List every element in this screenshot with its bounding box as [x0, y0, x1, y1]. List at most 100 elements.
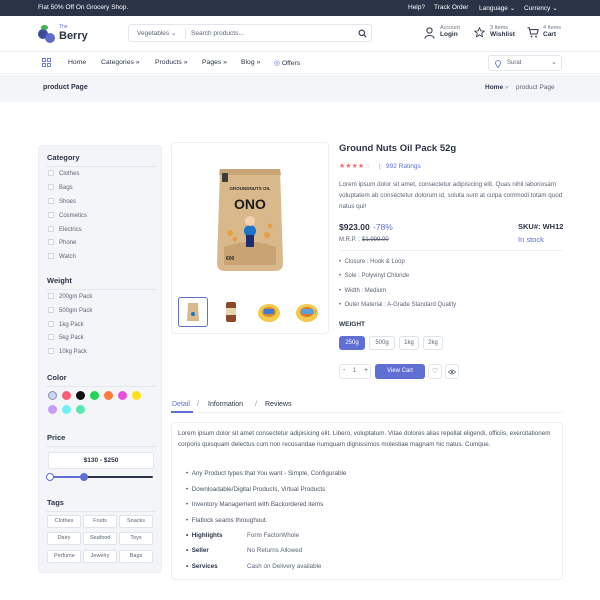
size-option[interactable]: 1kg — [399, 336, 419, 350]
breadcrumb-home[interactable]: Home — [485, 84, 503, 91]
color-swatch[interactable] — [118, 391, 127, 400]
nav-pages[interactable]: Pages » — [202, 59, 227, 66]
tag-chip[interactable]: Bags — [119, 550, 153, 563]
tag-chip[interactable]: Perfume — [47, 550, 81, 563]
user-icon — [424, 27, 435, 39]
category-checkbox[interactable]: Watch — [48, 253, 76, 260]
tag-chip[interactable]: Toys — [119, 532, 153, 545]
rating-separator: | — [379, 163, 381, 170]
view-cart-button[interactable]: View Cart — [375, 364, 425, 379]
main-nav: Home Categories » Products » Pages » Blo… — [0, 52, 600, 74]
color-swatch[interactable] — [62, 391, 71, 400]
tab-detail[interactable]: Detail — [172, 401, 190, 408]
spec-value: No Returns Allowed — [247, 547, 303, 554]
weight-checkbox[interactable]: 1kg Pack — [48, 321, 84, 328]
price-slider-min-handle[interactable] — [46, 473, 54, 481]
nav-products[interactable]: Products » — [155, 59, 188, 66]
chevron-down-icon: » — [183, 59, 188, 66]
category-checkbox[interactable]: Cosmetics — [48, 212, 87, 219]
quantity-value[interactable]: 1 — [353, 368, 356, 374]
star-icon — [474, 27, 485, 38]
quick-view-button[interactable] — [445, 364, 459, 379]
color-swatch[interactable] — [132, 391, 141, 400]
product-image[interactable] — [212, 163, 288, 275]
filter-sidebar: Category Clothes Bags Shoes Cosmetics El… — [38, 145, 162, 573]
category-checkbox[interactable]: Phone — [48, 239, 76, 246]
pack-weight-text: 600 — [226, 256, 235, 262]
search-input[interactable] — [191, 27, 351, 40]
top-bar: Flat 50% Off On Grocery Shop. Help? Trac… — [0, 0, 600, 16]
detail-bullet: • Inventory Management with Backordered … — [186, 501, 324, 508]
help-link[interactable]: Help? — [408, 4, 425, 11]
color-swatch[interactable] — [48, 391, 57, 400]
nav-home[interactable]: Home — [68, 59, 86, 66]
feature-item: • Outer Material : A-Grade Standard Qual… — [339, 302, 457, 308]
logo[interactable]: The Berry — [38, 23, 92, 47]
search-icon[interactable] — [358, 29, 367, 38]
product-description: Lorem ipsum dolor sit amet, consectetur … — [339, 181, 563, 210]
thumbnail-1[interactable] — [178, 297, 208, 327]
discount-badge: -78% — [373, 222, 393, 232]
mrp-price: $1,999.00 — [362, 237, 389, 243]
size-option[interactable]: 2kg — [423, 336, 443, 350]
grid-menu-icon[interactable] — [42, 58, 51, 67]
category-checkbox[interactable]: Bags — [48, 184, 73, 191]
color-swatch[interactable] — [104, 391, 113, 400]
feature-item: • Closure : Hook & Loop — [339, 259, 405, 265]
weight-heading: Weight — [47, 276, 72, 285]
thumbnail-3[interactable] — [254, 297, 284, 327]
wishlist-heart-button[interactable]: ♡ — [428, 364, 442, 379]
tag-chip[interactable]: Jewelry — [83, 550, 117, 563]
page-title: product Page — [43, 84, 88, 91]
active-tab-indicator — [171, 411, 193, 413]
color-swatch[interactable] — [76, 391, 85, 400]
chevron-down-icon: ⌄ — [509, 5, 516, 12]
promo-text: Flat 50% Off On Grocery Shop. — [38, 4, 129, 11]
weight-checkbox[interactable]: 10kg Pack — [48, 348, 87, 355]
eye-icon — [447, 369, 457, 375]
size-option-selected[interactable]: 250g — [339, 336, 365, 350]
product-title: Ground Nuts Oil Pack 52g — [339, 143, 457, 154]
thumbnail-4[interactable] — [292, 297, 322, 327]
nav-offers[interactable]: ◎ Offers — [274, 59, 300, 67]
quantity-plus-button[interactable]: + — [364, 367, 368, 374]
tag-chip[interactable]: Clothes — [47, 515, 81, 528]
color-swatch[interactable] — [48, 405, 57, 414]
nav-blog[interactable]: Blog » — [241, 59, 260, 66]
ratings-count[interactable]: 992 Ratings — [386, 163, 421, 170]
currency-dropdown[interactable]: Currency ⌄ — [524, 4, 558, 12]
language-dropdown[interactable]: Language ⌄ — [479, 4, 515, 12]
price-range-display: $130 - $250 — [48, 452, 154, 469]
category-checkbox[interactable]: Shoes — [48, 198, 76, 205]
tag-chip[interactable]: Snacks — [119, 515, 153, 528]
price-slider-max-handle[interactable] — [80, 473, 88, 481]
tag-chip[interactable]: Dairy — [47, 532, 81, 545]
search-category-select[interactable]: Vegetables ⌄ — [137, 29, 176, 37]
nav-categories[interactable]: Categories » — [101, 59, 140, 66]
color-swatch[interactable] — [62, 405, 71, 414]
category-checkbox[interactable]: Clothes — [48, 170, 79, 177]
size-option[interactable]: 500g — [369, 336, 395, 350]
track-order-link[interactable]: Track Order — [434, 4, 468, 11]
category-checkbox[interactable]: Electrics — [48, 226, 82, 233]
color-swatch[interactable] — [76, 405, 85, 414]
quantity-minus-button[interactable]: - — [343, 367, 345, 374]
tag-chip[interactable]: Fruits — [83, 515, 117, 528]
location-select[interactable]: Surat ⌄ — [488, 55, 562, 71]
tag-chip[interactable]: Seafood — [83, 532, 117, 545]
thumbnail-2[interactable] — [216, 297, 246, 327]
weight-checkbox[interactable]: 500gm Pack — [48, 307, 92, 314]
chevron-right-icon[interactable]: › — [314, 306, 317, 316]
tab-separator: / — [255, 401, 257, 408]
cart-icon — [527, 27, 539, 38]
color-swatch[interactable] — [90, 391, 99, 400]
color-heading: Color — [47, 373, 67, 382]
pack-brand-text: GROUNDNUTS OIL — [229, 186, 271, 191]
category-heading: Category — [47, 153, 80, 162]
weight-checkbox[interactable]: 200gm Pack — [48, 293, 92, 300]
weight-checkbox[interactable]: 5kg Pack — [48, 334, 84, 341]
tab-reviews[interactable]: Reviews — [265, 401, 291, 408]
stock-status: In stock — [518, 235, 544, 244]
tab-information[interactable]: Information — [208, 401, 243, 408]
chevron-down-icon: » — [256, 59, 261, 66]
